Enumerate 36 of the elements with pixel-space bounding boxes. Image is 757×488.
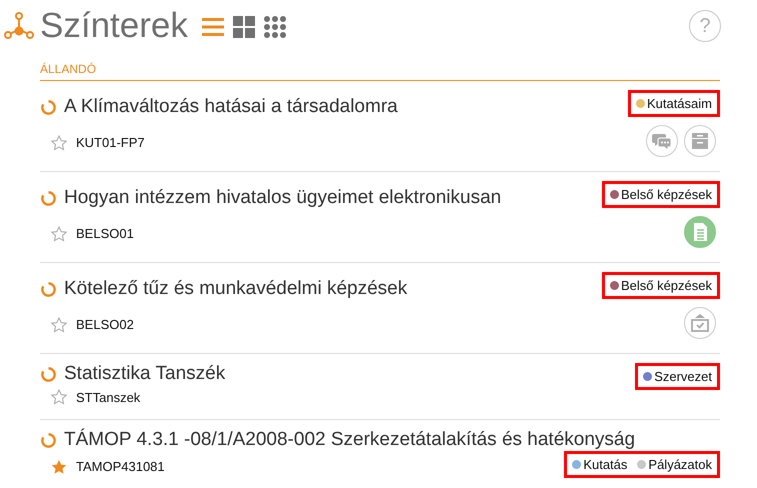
loading-ring-icon: [40, 190, 57, 207]
item-code: BELSO02: [76, 317, 134, 332]
item-code: KUT01-FP7: [76, 135, 145, 150]
item-title[interactable]: A Klímaváltozás hatásai a társadalomra: [64, 96, 398, 118]
category-tag[interactable]: Kutatás: [583, 457, 628, 472]
loading-ring-icon: [40, 432, 57, 448]
chat-icon[interactable]: [646, 125, 678, 157]
grid-view-icon[interactable]: [264, 16, 286, 38]
cabinet-icon[interactable]: [684, 125, 716, 157]
loading-ring-icon: [40, 98, 57, 116]
loading-ring-icon: [40, 280, 57, 298]
item-title[interactable]: TÁMOP 4.3.1 -08/1/A2008-002 Szerkezetátalakítás és hatékonyság: [64, 429, 636, 451]
star-icon[interactable]: [51, 226, 67, 242]
network-logo-icon: [4, 11, 34, 41]
category-tag[interactable]: Pályázatok: [648, 457, 712, 472]
item-title[interactable]: Hogyan intézzem hivatalos ügyeimet elektronikusan: [64, 187, 502, 210]
list-view-icon[interactable]: [202, 16, 224, 38]
star-icon[interactable]: [51, 389, 67, 405]
category-tag[interactable]: Belső képzések: [620, 278, 712, 293]
star-icon[interactable]: [51, 458, 67, 474]
document-icon[interactable]: [684, 216, 716, 248]
item-code: STTanszek: [76, 390, 140, 404]
item-code: BELSO01: [76, 226, 134, 242]
item-code: TAMOP431081: [76, 459, 165, 474]
category-tag[interactable]: Kutatásaim: [646, 96, 712, 111]
item-title[interactable]: Kötelező tűz és munkavédelmi képzések: [64, 278, 408, 300]
item-title[interactable]: Statisztika Tanszék: [64, 363, 226, 385]
category-tag[interactable]: Belső képzések: [620, 187, 712, 202]
star-icon[interactable]: [51, 316, 67, 333]
section-heading: ÁLLANDÓ: [40, 62, 720, 81]
checkbox-tray-icon[interactable]: [684, 307, 716, 339]
page-title: Színterek: [40, 6, 188, 46]
category-tag[interactable]: Szervezet: [654, 369, 712, 384]
tile-view-icon[interactable]: [232, 16, 255, 38]
loading-ring-icon: [40, 366, 57, 382]
star-icon[interactable]: [51, 134, 67, 151]
